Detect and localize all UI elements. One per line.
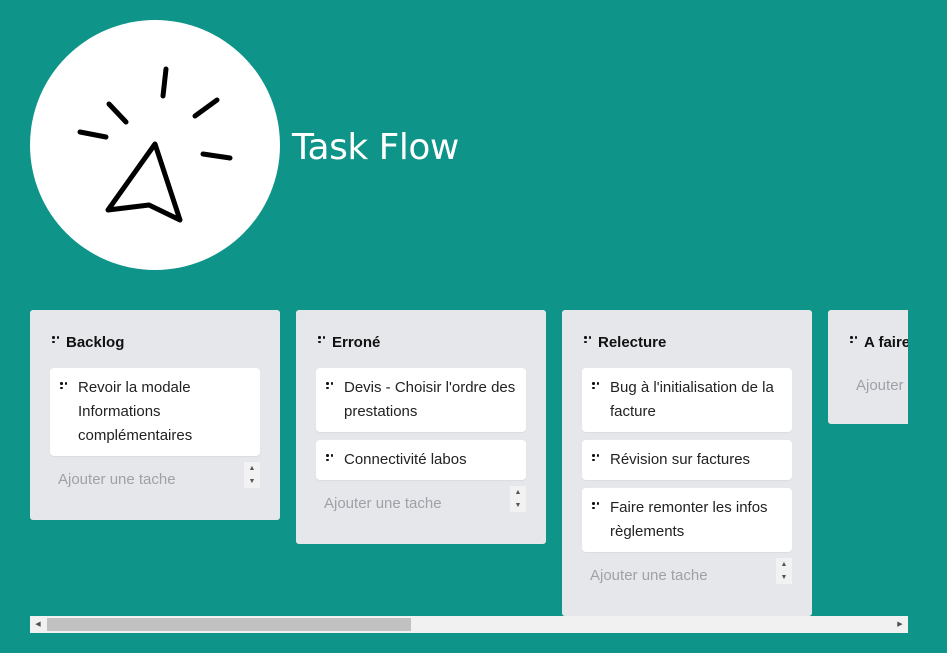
column-a-faire: A faire [828,310,908,424]
add-task-input[interactable] [316,488,508,518]
add-task-spinner[interactable]: ▲ ▼ [776,558,792,584]
column-title: Backlog [66,334,125,351]
task-card-text: Révision sur factures [610,451,751,468]
drag-handle-icon[interactable] [52,336,59,343]
scroll-left-arrow-icon[interactable]: ◀ [30,616,46,633]
drag-handle-icon[interactable] [60,382,67,389]
chevron-up-icon[interactable]: ▲ [510,486,526,499]
add-task-spinner[interactable]: ▲ ▼ [510,486,526,512]
drag-handle-icon[interactable] [850,336,857,343]
drag-handle-icon[interactable] [326,382,333,389]
chevron-down-icon[interactable]: ▼ [510,499,526,512]
task-card[interactable]: Révision sur factures [582,440,792,480]
board: Backlog Revoir la modale Informations co… [30,310,908,616]
add-task-row [848,370,908,406]
column-title: Erroné [332,334,381,351]
column-errone: Erroné Devis - Choisir l'ordre des prest… [296,310,546,544]
app-logo [30,20,280,270]
task-card-text: Devis - Choisir l'ordre des prestations [344,379,516,420]
scroll-right-arrow-icon[interactable]: ▶ [892,616,908,633]
drag-handle-icon[interactable] [592,454,599,461]
add-task-row: ▲ ▼ [50,462,260,500]
scrollbar-thumb[interactable] [47,618,411,631]
column-title: Relecture [598,334,667,351]
column-header: A faire [828,310,908,368]
column-relecture: Relecture Bug à l'initialisation de la f… [562,310,812,616]
task-card-text: Bug à l'initialisation de la facture [610,379,774,420]
drag-handle-icon[interactable] [592,382,599,389]
task-card[interactable]: Faire remonter les infos règlements [582,488,792,552]
horizontal-scrollbar[interactable]: ◀ ▶ [30,616,908,633]
drag-handle-icon[interactable] [592,502,599,509]
add-task-spinner[interactable]: ▲ ▼ [244,462,260,488]
add-task-row: ▲ ▼ [582,558,792,596]
chevron-up-icon[interactable]: ▲ [776,558,792,571]
chevron-down-icon[interactable]: ▼ [244,475,260,488]
task-card[interactable]: Devis - Choisir l'ordre des prestations [316,368,526,432]
add-task-input[interactable] [848,370,908,400]
column-header: Backlog [30,310,280,368]
task-card-text: Connectivité labos [344,451,467,468]
column-backlog: Backlog Revoir la modale Informations co… [30,310,280,520]
add-task-row: ▲ ▼ [316,486,526,524]
add-task-input[interactable] [582,560,774,590]
column-header: Relecture [562,310,812,368]
task-card-text: Faire remonter les infos règlements [610,499,768,540]
column-title: A faire [864,334,908,351]
task-card[interactable]: Bug à l'initialisation de la facture [582,368,792,432]
chevron-up-icon[interactable]: ▲ [244,462,260,475]
column-header: Erroné [296,310,546,368]
task-card-text: Revoir la modale Informations complément… [78,379,193,444]
drag-handle-icon[interactable] [326,454,333,461]
drag-handle-icon[interactable] [318,336,325,343]
app-title: Task Flow [292,127,459,168]
chevron-down-icon[interactable]: ▼ [776,571,792,584]
task-card[interactable]: Connectivité labos [316,440,526,480]
add-task-input[interactable] [50,464,242,494]
task-card[interactable]: Revoir la modale Informations complément… [50,368,260,456]
cursor-click-icon [77,66,233,223]
drag-handle-icon[interactable] [584,336,591,343]
